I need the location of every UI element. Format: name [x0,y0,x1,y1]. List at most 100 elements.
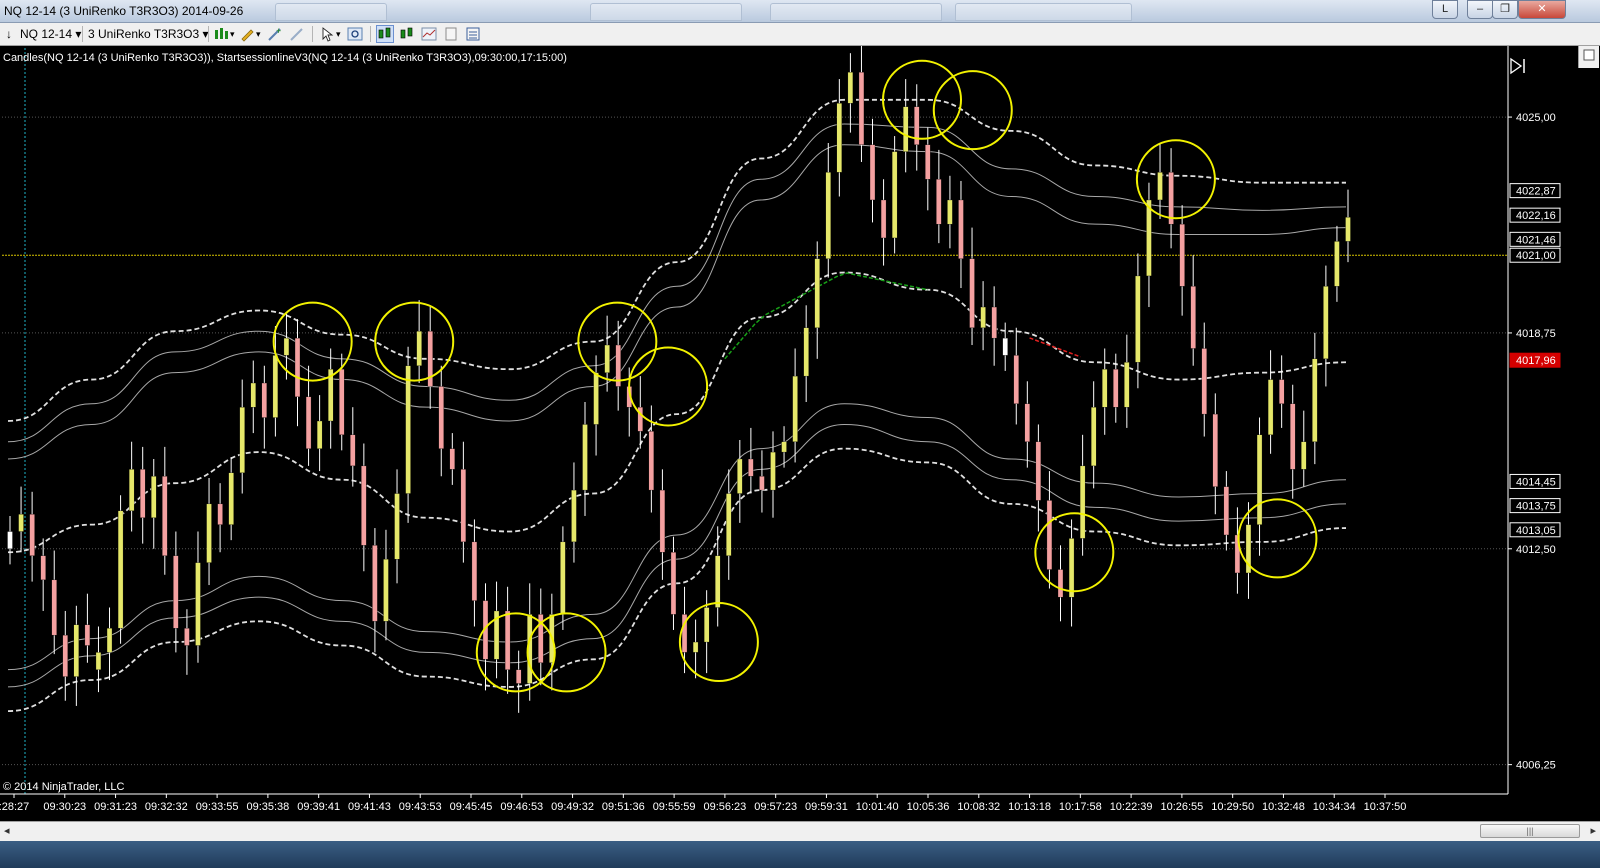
candle-body [471,541,478,601]
maximize-button[interactable]: ❐ [1492,0,1518,19]
candle-body [350,434,356,467]
data-box-icon[interactable] [464,25,482,43]
dropdown-arrow-icon[interactable]: ▾ [230,26,235,42]
candle [1013,327,1019,425]
magnifier-icon[interactable] [346,25,364,43]
band-line [7,98,1346,422]
candle [140,446,146,544]
candle [836,79,842,197]
candle-body [1256,434,1263,525]
scroll-right-arrow-icon[interactable]: ▸ [1590,824,1596,837]
candle-body [405,365,411,494]
horizontal-scrollbar[interactable]: ◂ ||| ▸ [0,821,1600,841]
chart-panel[interactable]: 4025,00 4018,75 4012,50 4006,25 4022,87 4022,… [0,46,1600,868]
cursor-icon[interactable] [318,25,336,43]
candle [427,305,433,409]
candlestick-style-icon[interactable] [376,25,394,43]
y-tick-label: 4012,50 [1516,544,1556,556]
candle-body [648,431,655,491]
x-tick-label: :28:27 [0,801,29,813]
price-chart[interactable]: 4025,00 4018,75 4012,50 4006,25 4022,87 4022,… [0,46,1600,821]
scrollbar-thumb[interactable]: ||| [1480,824,1580,838]
zoom-in-icon[interactable]: + [266,25,284,43]
candle-body [1079,465,1086,539]
candle [1201,322,1207,437]
background-window-tab[interactable] [955,3,1132,21]
candle [62,610,68,701]
candle-body [670,552,677,615]
zoom-out-icon[interactable] [288,25,306,43]
x-tick-label: 09:33:55 [196,801,239,813]
dropdown-arrow-icon[interactable]: ▾ [256,26,261,42]
pencil-icon[interactable] [238,25,256,43]
candle-body [858,72,865,145]
candle [471,519,478,627]
toolbar-divider [370,26,371,42]
scroll-left-arrow-icon[interactable]: ◂ [4,824,10,837]
x-tick-label: 09:30:23 [43,801,86,813]
close-button[interactable]: ✕ [1518,0,1566,19]
background-window-tab[interactable] [590,3,742,21]
candle-body [891,151,898,239]
candle [1102,348,1108,435]
properties-icon[interactable] [442,25,460,43]
candle [1290,384,1296,499]
candle [770,431,776,518]
candle-body [184,628,190,646]
candle [1301,410,1307,487]
candle [891,136,898,254]
candle-body [1190,286,1196,349]
link-button[interactable]: L [1432,0,1458,19]
candle-body [1057,569,1064,598]
ohlc-style-icon[interactable] [398,25,416,43]
candle [825,142,831,278]
period-selector[interactable]: 3 UniRenko T3R3O3 ▾ [88,26,209,42]
candle-body [283,337,290,356]
candle [328,348,334,449]
y-tick-label: 4006,25 [1516,760,1556,772]
candle-body [394,493,400,560]
candle [659,469,666,580]
candle-body [1091,407,1097,467]
background-window-tab[interactable] [770,3,942,21]
candle [394,469,400,584]
candle [1323,265,1329,387]
candle [438,365,444,477]
candle-body [1102,369,1108,408]
window-title: NQ 12-14 (3 UniRenko T3R3O3) 2014-09-26 [4,4,244,18]
candle [914,84,920,171]
candle-body [814,258,820,328]
band-line [7,123,1347,443]
candle [715,526,721,627]
scale-toggle-button[interactable] [1578,46,1599,68]
candle-body [880,199,887,239]
candle [538,588,544,686]
x-tick-label: 10:22:39 [1110,801,1153,813]
candle-body [692,641,699,653]
candle [162,446,168,575]
candle-body [869,144,876,201]
candle [759,450,765,513]
line-chart-icon[interactable] [420,25,438,43]
candle [361,443,367,572]
swing-circle [678,602,759,683]
candle [1190,255,1196,366]
instrument-selector[interactable]: NQ 12-14 ▾ [20,26,81,42]
price-tag-label: 4022,16 [1516,210,1556,222]
candle [106,607,113,681]
minimize-button[interactable]: – [1467,0,1493,19]
candle-body [571,489,577,543]
x-tick-label: 09:57:23 [754,801,797,813]
candle [405,346,411,523]
candle [1124,334,1130,428]
candle-body [659,489,666,553]
candle-body [7,531,13,549]
background-window-tab[interactable] [275,3,387,21]
candle [737,439,743,523]
candle-body [383,558,389,622]
dropdown-arrow-icon[interactable]: ▾ [336,26,341,42]
candle [571,462,577,563]
candle-body [847,72,854,104]
bar-type-icon[interactable] [212,25,230,43]
scroll-to-end-icon[interactable] [1508,56,1528,76]
